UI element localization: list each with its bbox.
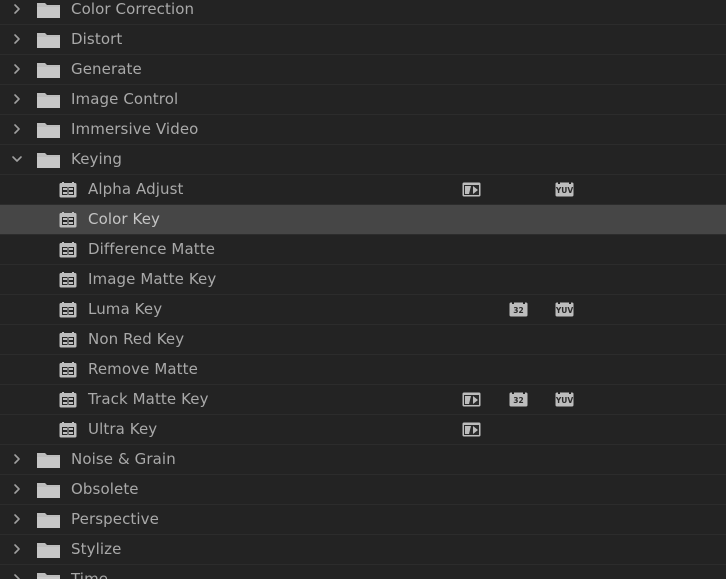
effect-label: Alpha Adjust [88,180,184,198]
effect-label: Track Matte Key [88,390,209,408]
effect-icon [59,302,77,318]
folder-icon [37,542,60,558]
yuv-icon: YUV [555,182,574,197]
effect-icon [59,422,77,438]
effect-icon [59,362,77,378]
bin-label: Image Control [71,90,179,108]
folder-icon [37,2,60,18]
chevron-right-icon[interactable] [11,573,23,579]
chevron-right-icon[interactable] [11,3,23,15]
bin-label: Color Correction [71,0,195,18]
32-bit-color-icon: 32 [509,392,528,407]
bin-label: Generate [71,60,142,78]
effect-remove-matte[interactable]: Remove Matte [0,355,726,385]
effect-label: Image Matte Key [88,270,217,288]
bin-image-control[interactable]: Image Control [0,85,726,115]
chevron-right-icon[interactable] [11,543,23,555]
effect-label: Luma Key [88,300,163,318]
effect-luma-key[interactable]: Luma Key 32 YUV [0,295,726,325]
effect-label: Non Red Key [88,330,185,348]
folder-icon [37,122,60,138]
32-bit-color-label: 32 [513,396,523,405]
effect-label: Color Key [88,210,161,228]
bin-distort[interactable]: Distort [0,25,726,55]
chevron-right-icon[interactable] [11,33,23,45]
effect-icon [59,272,77,288]
effect-icon [59,242,77,258]
chevron-right-icon[interactable] [11,513,23,525]
32-bit-color-label: 32 [513,306,523,315]
bin-perspective[interactable]: Perspective [0,505,726,535]
accelerated-effect-icon [462,182,481,197]
accelerated-effect-icon [462,392,481,407]
bin-obsolete[interactable]: Obsolete [0,475,726,505]
effect-label: Difference Matte [88,240,216,258]
effect-icon [59,212,77,228]
folder-icon [37,32,60,48]
folder-icon [37,62,60,78]
yuv-icon: YUV [555,302,574,317]
bin-label: Obsolete [71,480,139,498]
effects-tree: Color Correction Distort Generate Image Con… [0,0,726,579]
effect-non-red-key[interactable]: Non Red Key [0,325,726,355]
effect-label: Ultra Key [88,420,158,438]
chevron-right-icon[interactable] [11,483,23,495]
yuv-label: YUV [555,306,573,315]
effect-icon [59,332,77,348]
yuv-label: YUV [555,186,573,195]
effect-label: Remove Matte [88,360,198,378]
folder-icon [37,512,60,528]
effect-image-matte-key[interactable]: Image Matte Key [0,265,726,295]
chevron-right-icon[interactable] [11,453,23,465]
chevron-down-icon[interactable] [11,153,23,165]
folder-icon [37,482,60,498]
bin-label: Time [71,570,109,579]
bin-generate[interactable]: Generate [0,55,726,85]
32-bit-color-icon: 32 [509,302,528,317]
bin-label: Perspective [71,510,159,528]
effect-difference-matte[interactable]: Difference Matte [0,235,726,265]
bin-label: Immersive Video [71,120,199,138]
effect-ultra-key[interactable]: Ultra Key [0,415,726,445]
yuv-icon: YUV [555,392,574,407]
bin-immersive-video[interactable]: Immersive Video [0,115,726,145]
folder-icon [37,152,60,168]
chevron-right-icon[interactable] [11,93,23,105]
folder-icon [37,92,60,108]
bin-keying[interactable]: Keying [0,145,726,175]
effect-alpha-adjust[interactable]: Alpha Adjust YUV [0,175,726,205]
effect-icon [59,392,77,408]
bin-label: Noise & Grain [71,450,176,468]
effect-icon [59,182,77,198]
bin-noise-and-grain[interactable]: Noise & Grain [0,445,726,475]
folder-icon [37,452,60,468]
effect-color-key[interactable]: Color Key [0,205,726,235]
chevron-right-icon[interactable] [11,123,23,135]
folder-icon [37,572,60,579]
chevron-right-icon[interactable] [11,63,23,75]
bin-stylize[interactable]: Stylize [0,535,726,565]
bin-color-correction[interactable]: Color Correction [0,0,726,25]
effect-track-matte-key[interactable]: Track Matte Key 32 YUV [0,385,726,415]
bin-time[interactable]: Time [0,565,726,579]
bin-label: Stylize [71,540,122,558]
accelerated-effect-icon [462,422,481,437]
effects-panel: Color Correction Distort Generate Image Con… [0,0,726,579]
yuv-label: YUV [555,396,573,405]
bin-label: Keying [71,150,122,168]
bin-label: Distort [71,30,123,48]
